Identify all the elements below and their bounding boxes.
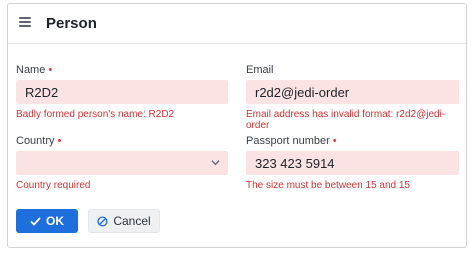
email-input[interactable] [246, 80, 459, 104]
ok-button[interactable]: OK [16, 209, 78, 233]
email-error: Email address has invalid format: r2d2@j… [246, 109, 446, 131]
name-label: Name • [16, 64, 52, 76]
card-header: Person [8, 4, 466, 44]
name-error: Badly formed person's name: R2D2 [16, 109, 175, 120]
country-error: Country required [16, 180, 91, 191]
ok-label: OK [46, 214, 64, 228]
check-icon [30, 216, 41, 226]
passport-error: The size must be between 15 and 15 [246, 180, 410, 191]
country-select[interactable] [16, 151, 228, 175]
passport-required-mark: • [332, 135, 337, 147]
person-card: Person Name• Badly formed person's name:… [7, 3, 467, 248]
country-label: Country • [16, 135, 61, 147]
country-required-mark: • [57, 135, 62, 147]
name-label-text: Name [16, 64, 46, 76]
passport-label: Passport number • [246, 135, 337, 147]
cancel-label: Cancel [113, 214, 151, 228]
passport-input[interactable] [246, 151, 459, 175]
name-required-mark: • [48, 64, 53, 76]
passport-label-text: Passport number [246, 135, 330, 147]
chevron-down-icon [211, 160, 220, 166]
email-label: Email [246, 64, 274, 76]
cancel-icon [97, 215, 108, 227]
page-title: Person [46, 15, 97, 32]
name-input[interactable] [16, 80, 228, 104]
country-label-text: Country [16, 135, 55, 147]
hamburger-icon[interactable] [19, 17, 31, 27]
cancel-button[interactable]: Cancel [88, 209, 160, 233]
